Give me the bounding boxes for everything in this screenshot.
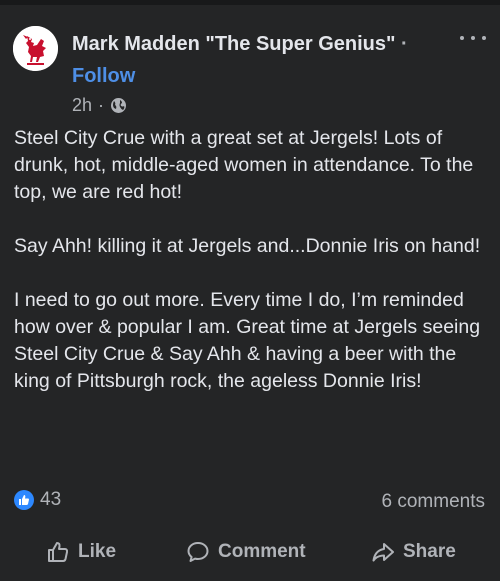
comment-label: Comment: [218, 541, 306, 562]
more-options-icon[interactable]: [460, 31, 486, 45]
author-name-text[interactable]: Mark Madden "The Super Genius": [72, 33, 395, 55]
more-dot: [460, 36, 464, 40]
meta-separator: ·: [98, 95, 105, 115]
comments-count-link[interactable]: 6 comments: [382, 491, 485, 513]
avatar[interactable]: [13, 26, 58, 71]
post-body: Steel City Crue with a great set at Jerg…: [14, 125, 492, 422]
reaction-count: 43: [40, 489, 62, 510]
more-dot: [482, 36, 486, 40]
comment-button[interactable]: Comment: [186, 536, 306, 568]
reactions-summary[interactable]: 43: [14, 489, 61, 511]
thumbs-up-icon: [48, 542, 69, 562]
follow-button[interactable]: Follow: [72, 65, 135, 88]
share-arrow-icon: [372, 543, 394, 562]
share-label: Share: [403, 541, 456, 562]
timestamp[interactable]: 2h: [72, 95, 92, 116]
like-label: Like: [78, 541, 117, 562]
share-button[interactable]: Share: [371, 536, 456, 568]
post-card: Mark Madden "The Super Genius" · Follow …: [0, 0, 500, 581]
more-dot: [471, 36, 475, 40]
post-paragraph: Steel City Crue with a great set at Jerg…: [14, 127, 474, 203]
action-bar: Like Comment Share: [0, 536, 500, 568]
liver-bird-logo-icon: [13, 26, 58, 71]
post-paragraph: Say Ahh! killing it at Jergels and...Don…: [14, 235, 481, 257]
author-name[interactable]: Mark Madden "The Super Genius" ·: [72, 33, 408, 56]
comment-bubble-icon: [187, 542, 209, 562]
like-reaction-icon: [14, 490, 34, 510]
post-meta: 2h ·: [72, 95, 127, 116]
like-button[interactable]: Like: [46, 536, 116, 568]
post-paragraph: I need to go out more. Every time I do, …: [14, 289, 481, 392]
author-separator: ·: [401, 33, 408, 55]
globe-icon: [110, 97, 127, 114]
